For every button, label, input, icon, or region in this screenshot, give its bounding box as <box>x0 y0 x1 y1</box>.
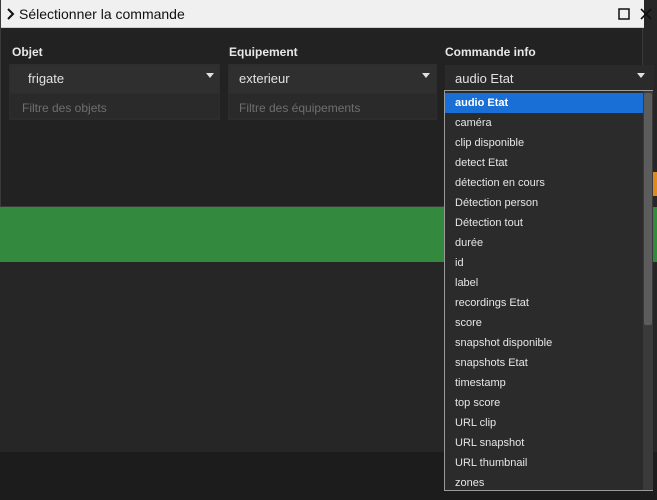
dropdown-option-timestamp[interactable]: timestamp <box>445 373 643 393</box>
object-column-header: Objet <box>12 45 43 59</box>
command-select-value: audio Etat <box>455 71 514 86</box>
equipment-column-header: Equipement <box>229 45 298 59</box>
dropdown-option-detection-tout[interactable]: Détection tout <box>445 213 643 233</box>
dropdown-scroll-thumb[interactable] <box>644 93 652 325</box>
dialog-title: Sélectionner la commande <box>19 6 185 22</box>
maximize-icon[interactable] <box>615 5 633 23</box>
object-filter-input[interactable] <box>10 94 219 118</box>
dropdown-option-recordings-etat[interactable]: recordings Etat <box>445 293 643 313</box>
dropdown-option-camera[interactable]: caméra <box>445 113 643 133</box>
command-column-header: Commande info <box>445 45 536 59</box>
object-chevron-down-icon <box>206 73 214 78</box>
object-select[interactable]: frigate <box>10 65 219 93</box>
dropdown-option-url-snapshot[interactable]: URL snapshot <box>445 433 643 453</box>
command-chevron-down-icon <box>637 73 645 78</box>
dropdown-option-duree[interactable]: durée <box>445 233 643 253</box>
dropdown-option-score[interactable]: score <box>445 313 643 333</box>
dropdown-option-clip-disponible[interactable]: clip disponible <box>445 133 643 153</box>
chevron-right-icon <box>7 8 15 20</box>
command-dropdown-list: audio Etat caméra clip disponible detect… <box>444 90 653 491</box>
dialog-titlebar: Sélectionner la commande <box>1 0 652 28</box>
dropdown-option-url-clip[interactable]: URL clip <box>445 413 643 433</box>
dropdown-option-url-thumbnail[interactable]: URL thumbnail <box>445 453 643 473</box>
dropdown-option-detection-person[interactable]: Détection person <box>445 193 643 213</box>
dropdown-option-detection-en-cours[interactable]: détection en cours <box>445 173 643 193</box>
dropdown-option-snapshots-etat[interactable]: snapshots Etat <box>445 353 643 373</box>
dropdown-option-audio-etat[interactable]: audio Etat <box>445 93 643 113</box>
equipment-chevron-down-icon <box>422 73 430 78</box>
dropdown-option-top-score[interactable]: top score <box>445 393 643 413</box>
dropdown-option-detect-etat[interactable]: detect Etat <box>445 153 643 173</box>
dropdown-option-zones[interactable]: zones <box>445 473 643 493</box>
close-icon[interactable] <box>637 5 655 23</box>
equipment-select[interactable]: exterieur <box>229 65 436 93</box>
command-select[interactable]: audio Etat <box>445 65 654 93</box>
dropdown-option-snapshot-disponible[interactable]: snapshot disponible <box>445 333 643 353</box>
dropdown-option-label[interactable]: label <box>445 273 643 293</box>
dropdown-option-id[interactable]: id <box>445 253 643 273</box>
equipment-select-value: exterieur <box>239 71 290 86</box>
equipment-filter-input[interactable] <box>229 94 436 118</box>
object-select-value: frigate <box>28 71 65 86</box>
dropdown-scrollbar[interactable] <box>643 91 653 490</box>
